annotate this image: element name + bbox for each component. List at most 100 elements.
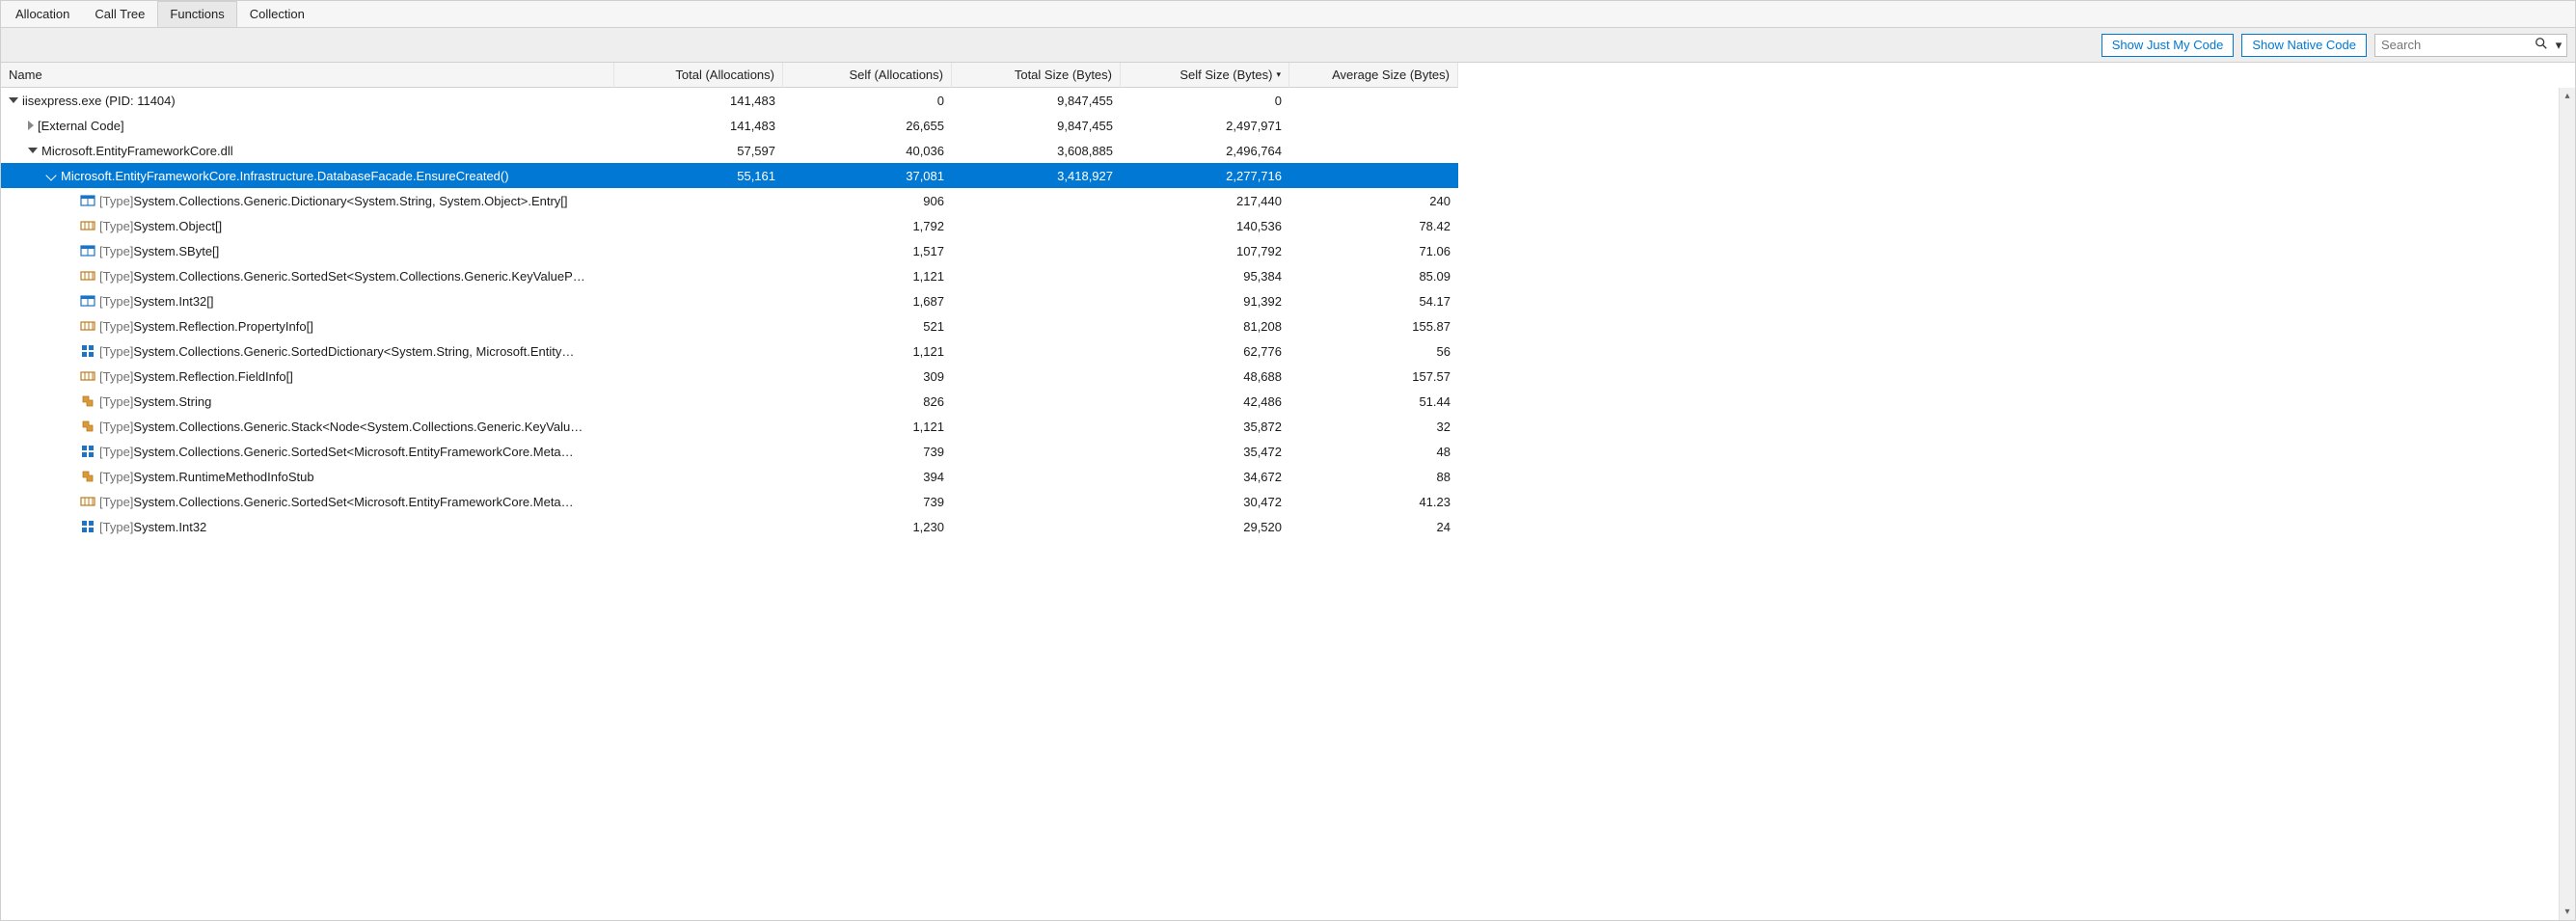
cell-name: [Type] System.RuntimeMethodInfoStub [1, 464, 614, 489]
row-name-label: Microsoft.EntityFrameworkCore.dll [41, 144, 233, 158]
cell-avg-size: 78.42 [1289, 213, 1458, 238]
cell-name: iisexpress.exe (PID: 11404) [1, 88, 614, 113]
cell-total-alloc [614, 288, 783, 313]
cell-self-alloc: 37,081 [783, 163, 952, 188]
type-prefix-label: [Type] [99, 244, 133, 258]
row-name-label: [External Code] [38, 119, 124, 133]
type-prefix-label: [Type] [99, 394, 133, 409]
array-type-icon [80, 268, 95, 284]
tab-call-tree[interactable]: Call Tree [82, 1, 157, 27]
col-header-label: Average Size (Bytes) [1332, 68, 1450, 82]
cell-total-size [952, 414, 1121, 439]
row-name-label: System.String [133, 394, 211, 409]
show-just-my-code-button[interactable]: Show Just My Code [2101, 34, 2235, 57]
cell-total-size [952, 313, 1121, 339]
cell-avg-size: 85.09 [1289, 263, 1458, 288]
allocations-grid: Name Total (Allocations) Self (Allocatio… [1, 63, 2575, 539]
tab-label: Allocation [15, 7, 69, 21]
cell-avg-size [1289, 113, 1458, 138]
row-name-label: System.Reflection.FieldInfo[] [133, 369, 292, 384]
tree-expander-icon[interactable] [28, 121, 34, 130]
cell-self-size: 91,392 [1121, 288, 1289, 313]
show-native-code-button[interactable]: Show Native Code [2241, 34, 2367, 57]
col-header-name[interactable]: Name [1, 63, 614, 88]
cell-total-size [952, 489, 1121, 514]
class2-type-icon [80, 444, 95, 459]
row-name-label: System.Collections.Generic.SortedSet<Sys… [133, 269, 584, 284]
col-header-total-alloc[interactable]: Total (Allocations) [614, 63, 783, 88]
cell-self-alloc: 1,230 [783, 514, 952, 539]
row-name-label: System.Collections.Generic.SortedSet<Mic… [133, 495, 573, 509]
cell-self-size: 30,472 [1121, 489, 1289, 514]
row-name-label: System.Collections.Generic.Stack<Node<Sy… [133, 420, 583, 434]
cell-total-size: 9,847,455 [952, 113, 1121, 138]
cell-total-size [952, 288, 1121, 313]
row-name-label: System.Reflection.PropertyInfo[] [133, 319, 312, 334]
cell-name: Microsoft.EntityFrameworkCore.dll [1, 138, 614, 163]
cell-self-size: 42,486 [1121, 389, 1289, 414]
cell-self-size: 95,384 [1121, 263, 1289, 288]
cell-self-size: 62,776 [1121, 339, 1289, 364]
col-header-total-size[interactable]: Total Size (Bytes) [952, 63, 1121, 88]
cell-total-size: 9,847,455 [952, 88, 1121, 113]
array-type-icon [80, 494, 95, 509]
tree-expander-icon[interactable] [45, 170, 56, 180]
scroll-up-icon[interactable]: ▴ [2560, 88, 2576, 104]
type-prefix-label: [Type] [99, 369, 133, 384]
type-prefix-label: [Type] [99, 495, 133, 509]
col-header-label: Self (Allocations) [849, 68, 943, 82]
vertical-scrollbar[interactable]: ▴ ▾ [2559, 88, 2575, 920]
cell-avg-size: 155.87 [1289, 313, 1458, 339]
tab-label: Call Tree [95, 7, 145, 21]
cell-avg-size: 71.06 [1289, 238, 1458, 263]
tab-allocation[interactable]: Allocation [3, 1, 82, 27]
tree-expander-icon[interactable] [9, 97, 18, 103]
cell-total-alloc: 55,161 [614, 163, 783, 188]
cell-name: [Type] System.Int32 [1, 514, 614, 539]
col-header-label: Self Size (Bytes) [1180, 68, 1272, 82]
cell-avg-size: 24 [1289, 514, 1458, 539]
tab-functions[interactable]: Functions [157, 1, 236, 27]
cell-avg-size [1289, 138, 1458, 163]
array-type-icon [80, 218, 95, 233]
cell-self-alloc: 1,792 [783, 213, 952, 238]
cell-self-alloc: 1,687 [783, 288, 952, 313]
cell-total-alloc [614, 464, 783, 489]
tab-collection[interactable]: Collection [237, 1, 317, 27]
cell-avg-size: 54.17 [1289, 288, 1458, 313]
col-header-self-alloc[interactable]: Self (Allocations) [783, 63, 952, 88]
type-prefix-label: [Type] [99, 344, 133, 359]
class-type-icon [80, 393, 95, 409]
cell-total-alloc [614, 439, 783, 464]
cell-self-size: 29,520 [1121, 514, 1289, 539]
class-type-icon [80, 419, 95, 434]
cell-total-alloc [614, 238, 783, 263]
cell-name: [Type] System.Object[] [1, 213, 614, 238]
col-header-self-size[interactable]: Self Size (Bytes)▾ [1121, 63, 1289, 88]
class2-type-icon [80, 519, 95, 534]
cell-name: [Type] System.Collections.Generic.Sorted… [1, 263, 614, 288]
col-header-avg-size[interactable]: Average Size (Bytes) [1289, 63, 1458, 88]
cell-self-alloc: 1,517 [783, 238, 952, 263]
tree-expander-icon[interactable] [28, 148, 38, 153]
cell-self-alloc: 906 [783, 188, 952, 213]
row-name-label: System.Collections.Generic.Dictionary<Sy… [133, 194, 567, 208]
scroll-down-icon[interactable]: ▾ [2560, 904, 2576, 920]
cell-self-alloc: 1,121 [783, 263, 952, 288]
search-wrap: ▾ [2374, 34, 2567, 57]
type-prefix-label: [Type] [99, 445, 133, 459]
search-input[interactable] [2374, 34, 2567, 57]
tab-bar: Allocation Call Tree Functions Collectio… [1, 1, 2575, 28]
array-type-icon [80, 318, 95, 334]
cell-name: Microsoft.EntityFrameworkCore.Infrastruc… [1, 163, 614, 188]
row-name-label: System.Object[] [133, 219, 222, 233]
cell-self-alloc: 1,121 [783, 339, 952, 364]
cell-self-size: 81,208 [1121, 313, 1289, 339]
row-name-label: System.SByte[] [133, 244, 219, 258]
cell-self-size: 0 [1121, 88, 1289, 113]
cell-self-alloc: 739 [783, 489, 952, 514]
cell-self-size: 48,688 [1121, 364, 1289, 389]
row-name-label: System.Int32 [133, 520, 206, 534]
tab-label: Collection [250, 7, 305, 21]
search-dropdown-icon[interactable]: ▾ [2552, 36, 2565, 55]
